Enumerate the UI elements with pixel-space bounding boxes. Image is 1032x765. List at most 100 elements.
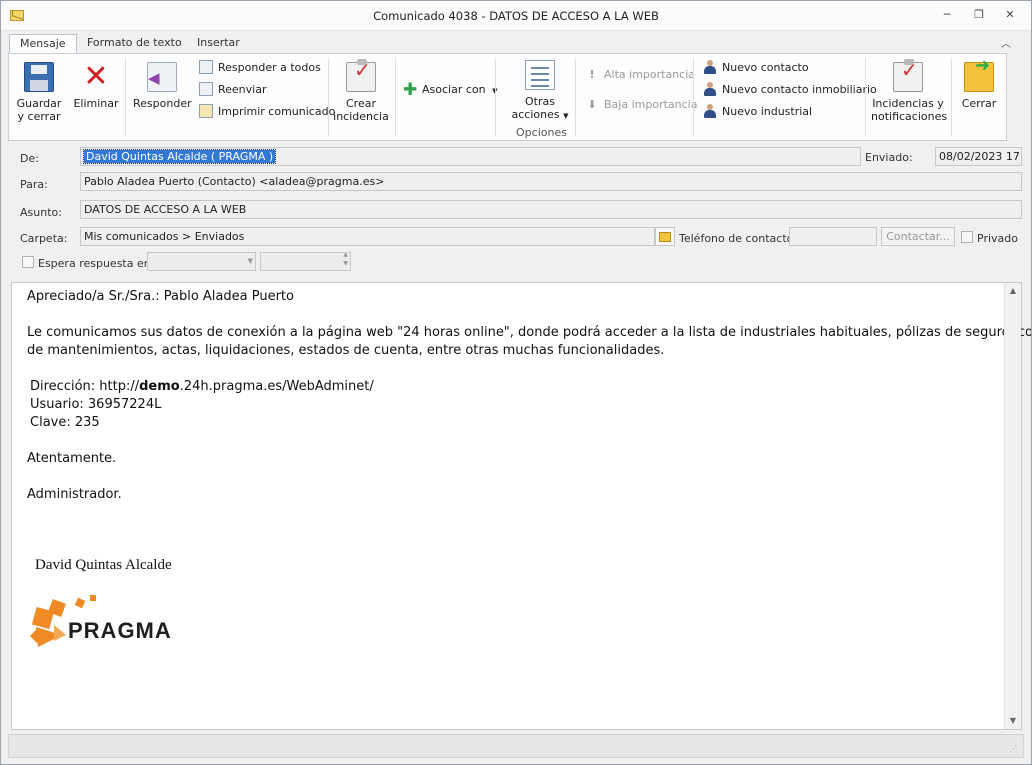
logo-text: PRAGMA bbox=[68, 618, 172, 643]
ribbon-separator bbox=[125, 58, 126, 136]
new-real-estate-contact-label: Nuevo contacto inmobiliario bbox=[722, 83, 877, 96]
new-contact-button[interactable]: Nuevo contacto bbox=[703, 60, 809, 76]
dropdown-arrow-icon: ▼ bbox=[247, 257, 253, 265]
create-incident-line2: incidencia bbox=[333, 110, 389, 123]
ribbon-separator bbox=[575, 58, 576, 136]
private-checkbox[interactable] bbox=[961, 231, 973, 243]
private-label: Privado bbox=[977, 232, 1018, 245]
other-actions-line2: acciones bbox=[511, 108, 560, 121]
ribbon-separator bbox=[328, 58, 329, 136]
ribbon-separator bbox=[495, 58, 496, 136]
wait-reply-label: Espera respuesta en: bbox=[38, 257, 155, 270]
subject-field[interactable]: DATOS DE ACCESO A LA WEB bbox=[80, 200, 1022, 219]
sender-role-text: Administrador. bbox=[27, 487, 122, 502]
down-arrow-icon: ⬇ bbox=[587, 98, 597, 111]
ribbon-tabs: Mensaje Formato de texto Insertar ︿ bbox=[1, 31, 1031, 54]
phone-label: Teléfono de contacto: bbox=[679, 232, 798, 245]
sent-date-field[interactable]: 08/02/2023 17:3 bbox=[935, 147, 1022, 166]
exclamation-icon: ! bbox=[589, 68, 595, 81]
user-line: Usuario: 36957224L bbox=[30, 397, 162, 412]
reply-all-icon bbox=[199, 60, 213, 74]
person-icon bbox=[703, 60, 717, 74]
tab-insertar[interactable]: Insertar bbox=[187, 34, 250, 54]
other-actions-button[interactable]: Otras acciones ▼ bbox=[505, 60, 575, 123]
scroll-down-arrow-icon[interactable]: ▼ bbox=[1005, 713, 1021, 729]
ribbon: Guardar y cerrar ✕ Eliminar Responder Re… bbox=[8, 53, 1007, 141]
floppy-disk-icon bbox=[24, 62, 54, 92]
close-window-button[interactable]: ✕ bbox=[1002, 8, 1018, 22]
close-button[interactable]: Cerrar bbox=[955, 59, 1003, 110]
new-industrial-button[interactable]: Nuevo industrial bbox=[703, 104, 812, 120]
incidents-clipboard-icon bbox=[893, 59, 923, 92]
greeting-text: Apreciado/a Sr./Sra.: Pablo Aladea Puert… bbox=[27, 289, 294, 304]
incidents-line1: Incidencias y bbox=[872, 97, 944, 110]
message-body[interactable]: Apreciado/a Sr./Sra.: Pablo Aladea Puert… bbox=[11, 282, 1031, 730]
from-field[interactable]: David Quintas Alcalde ( PRAGMA ) bbox=[80, 147, 861, 166]
closing-text: Atentamente. bbox=[27, 451, 117, 466]
new-contact-label: Nuevo contacto bbox=[722, 61, 809, 74]
resize-grip-icon[interactable]: ⋰ bbox=[1009, 744, 1019, 754]
new-real-estate-contact-button[interactable]: Nuevo contacto inmobiliario bbox=[703, 82, 877, 98]
subject-label: Asunto: bbox=[20, 206, 62, 219]
low-importance-button[interactable]: ⬇ Baja importancia bbox=[585, 97, 697, 113]
minimize-button[interactable]: ─ bbox=[939, 8, 955, 22]
ribbon-separator bbox=[951, 58, 952, 136]
forward-label: Reenviar bbox=[218, 83, 267, 96]
phone-field[interactable] bbox=[789, 227, 877, 246]
wait-reply-spinner[interactable]: ▲ ▼ bbox=[260, 252, 351, 271]
save-label-line1: Guardar bbox=[16, 97, 62, 110]
person-icon bbox=[703, 104, 717, 118]
paragraph-line-2: de mantenimientos, actas, liquidaciones,… bbox=[27, 343, 665, 358]
associate-label: Asociar con bbox=[422, 83, 486, 96]
print-button[interactable]: Imprimir comunicado bbox=[199, 104, 335, 120]
dropdown-arrow-icon: ▼ bbox=[563, 112, 569, 120]
spinner-arrows-icon: ▲ ▼ bbox=[343, 252, 348, 267]
reply-all-button[interactable]: Responder a todos bbox=[199, 60, 321, 76]
scroll-up-arrow-icon[interactable]: ▲ bbox=[1005, 283, 1021, 299]
incidents-line2: notificaciones bbox=[871, 110, 948, 123]
save-and-close-button[interactable]: Guardar y cerrar bbox=[15, 62, 63, 123]
folder-picker-button[interactable] bbox=[655, 227, 675, 246]
other-actions-line1: Otras bbox=[525, 95, 555, 108]
password-line: Clave: 235 bbox=[30, 415, 100, 430]
folder-icon bbox=[659, 232, 671, 242]
folder-exit-icon bbox=[964, 59, 994, 92]
forward-button[interactable]: Reenviar bbox=[199, 82, 267, 98]
from-value: David Quintas Alcalde ( PRAGMA ) bbox=[82, 149, 277, 164]
folder-field[interactable]: Mis comunicados > Enviados bbox=[80, 227, 655, 246]
to-label: Para: bbox=[20, 178, 48, 191]
reply-label: Responder bbox=[133, 97, 192, 110]
associate-with-dropdown[interactable]: ✚Asociar con ▼ bbox=[403, 80, 498, 100]
wait-reply-checkbox[interactable] bbox=[22, 256, 34, 268]
reply-envelope-icon bbox=[147, 62, 177, 92]
tab-formato-de-texto[interactable]: Formato de texto bbox=[77, 34, 192, 54]
from-label: De: bbox=[20, 152, 39, 165]
delete-button[interactable]: ✕ Eliminar bbox=[71, 62, 121, 111]
reply-all-label: Responder a todos bbox=[218, 61, 321, 74]
save-label-line2: y cerrar bbox=[17, 110, 61, 123]
tab-mensaje[interactable]: Mensaje bbox=[9, 34, 77, 54]
contact-button[interactable]: Contactar... bbox=[881, 227, 955, 246]
new-industrial-label: Nuevo industrial bbox=[722, 105, 813, 118]
collapse-ribbon-chevron-icon[interactable]: ︿ bbox=[1001, 35, 1011, 50]
document-list-icon bbox=[525, 60, 555, 90]
create-incident-line1: Crear bbox=[346, 97, 376, 110]
restore-button[interactable]: ❐ bbox=[971, 8, 987, 22]
incidents-notifications-button[interactable]: Incidencias y notificaciones bbox=[871, 59, 948, 123]
forward-icon bbox=[199, 82, 213, 96]
communication-window: Comunicado 4038 - DATOS DE ACCESO A LA W… bbox=[0, 0, 1032, 765]
print-label: Imprimir comunicado bbox=[218, 105, 336, 118]
green-plus-icon: ✚ bbox=[403, 80, 418, 100]
create-incident-button[interactable]: Crear incidencia bbox=[331, 59, 391, 123]
reply-button[interactable]: Responder bbox=[133, 62, 192, 110]
high-importance-button[interactable]: ! Alta importancia bbox=[585, 67, 695, 83]
address-bold: demo bbox=[139, 379, 180, 394]
to-field[interactable]: Pablo Aladea Puerto (Contacto) <aladea@p… bbox=[80, 172, 1022, 191]
vertical-scrollbar[interactable]: ▲ ▼ bbox=[1004, 283, 1021, 729]
high-importance-label: Alta importancia bbox=[604, 68, 696, 81]
paragraph-line-1: Le comunicamos sus datos de conexión a l… bbox=[27, 325, 1032, 340]
address-prefix: Dirección: http:// bbox=[30, 379, 140, 394]
options-group-label: Opciones bbox=[516, 126, 567, 139]
print-envelope-icon bbox=[199, 104, 213, 118]
wait-reply-select[interactable]: ▼ bbox=[147, 252, 256, 271]
